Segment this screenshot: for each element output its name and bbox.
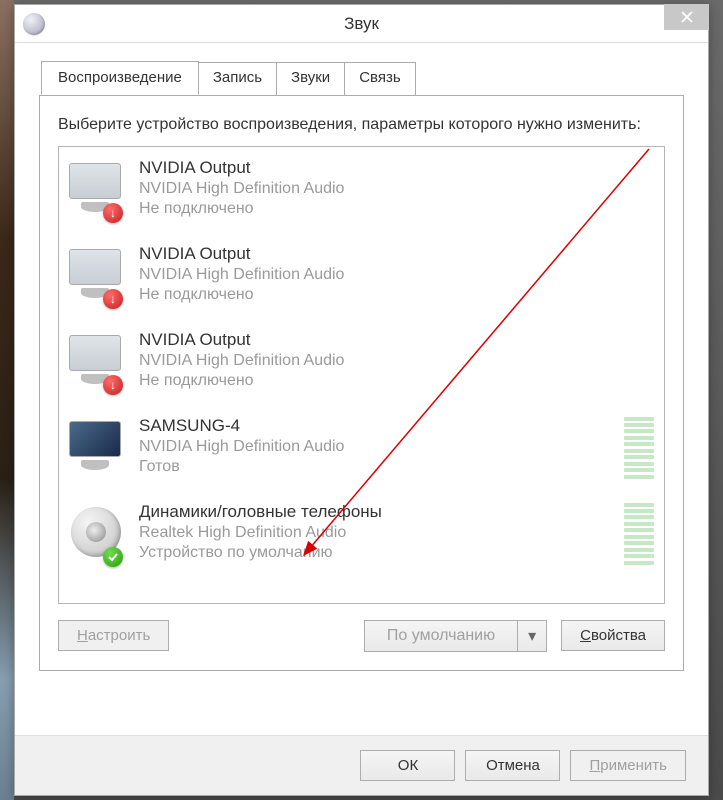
device-list[interactable]: ↓ NVIDIA Output NVIDIA High Definition A…	[58, 146, 665, 604]
device-desc: NVIDIA High Definition Audio	[139, 179, 654, 200]
close-icon	[681, 11, 693, 23]
device-desc: NVIDIA High Definition Audio	[139, 265, 654, 286]
sound-icon	[23, 13, 45, 35]
configure-button[interactable]: Настроить	[58, 620, 169, 651]
device-text: NVIDIA Output NVIDIA High Definition Aud…	[139, 325, 654, 399]
ok-button[interactable]: ОК	[360, 750, 455, 781]
apply-button[interactable]: Применить	[570, 750, 686, 781]
dialog-content: Воспроизведение Запись Звуки Связь Выбер…	[15, 43, 708, 681]
device-status: Устройство по умолчанию	[139, 543, 624, 564]
level-meter-icon	[624, 417, 654, 479]
sound-dialog: Звук Воспроизведение Запись Звуки Связь …	[14, 4, 709, 796]
status-default-icon	[103, 547, 123, 567]
cancel-button[interactable]: Отмена	[465, 750, 560, 781]
set-default-label: По умолчанию	[365, 621, 518, 651]
device-name: SAMSUNG-4	[139, 415, 624, 437]
level-meter-icon	[624, 503, 654, 565]
tab-communications[interactable]: Связь	[344, 62, 415, 96]
device-name: NVIDIA Output	[139, 243, 654, 265]
device-name: NVIDIA Output	[139, 329, 654, 351]
playback-panel: Выберите устройство воспроизведения, пар…	[39, 95, 684, 671]
device-status: Готов	[139, 457, 624, 478]
monitor-off-icon: ↓	[67, 153, 125, 227]
monitor-off-icon: ↓	[67, 325, 125, 399]
device-name: Динамики/головные телефоны	[139, 501, 624, 523]
device-desc: Realtek High Definition Audio	[139, 523, 624, 544]
instruction-text: Выберите устройство воспроизведения, пар…	[58, 114, 665, 136]
device-item[interactable]: ↓ NVIDIA Output NVIDIA High Definition A…	[59, 233, 664, 319]
speaker-icon	[67, 497, 125, 571]
panel-buttons: Настроить По умолчанию ▾ Свойства	[58, 620, 665, 652]
status-unplugged-icon: ↓	[103, 203, 123, 223]
device-name: NVIDIA Output	[139, 157, 654, 179]
properties-button[interactable]: Свойства	[561, 620, 665, 651]
chevron-down-icon[interactable]: ▾	[518, 621, 546, 651]
window-title: Звук	[53, 14, 700, 34]
monitor-on-icon	[67, 411, 125, 485]
background-strip	[0, 0, 14, 800]
device-desc: NVIDIA High Definition Audio	[139, 351, 654, 372]
tab-playback[interactable]: Воспроизведение	[41, 61, 199, 95]
device-item[interactable]: ↓ NVIDIA Output NVIDIA High Definition A…	[59, 147, 664, 233]
device-text: Динамики/головные телефоны Realtek High …	[139, 497, 624, 571]
device-text: SAMSUNG-4 NVIDIA High Definition Audio Г…	[139, 411, 624, 485]
tab-recording[interactable]: Запись	[198, 62, 277, 96]
device-text: NVIDIA Output NVIDIA High Definition Aud…	[139, 153, 654, 227]
dialog-buttons: ОК Отмена Применить	[15, 735, 708, 795]
monitor-off-icon: ↓	[67, 239, 125, 313]
set-default-button[interactable]: По умолчанию ▾	[364, 620, 547, 652]
device-status: Не подключено	[139, 371, 654, 392]
tabstrip: Воспроизведение Запись Звуки Связь	[41, 61, 684, 95]
device-desc: NVIDIA High Definition Audio	[139, 437, 624, 458]
device-status: Не подключено	[139, 199, 654, 220]
device-text: NVIDIA Output NVIDIA High Definition Aud…	[139, 239, 654, 313]
device-item[interactable]: ↓ NVIDIA Output NVIDIA High Definition A…	[59, 319, 664, 405]
tab-sounds[interactable]: Звуки	[276, 62, 345, 96]
device-status: Не подключено	[139, 285, 654, 306]
close-button[interactable]	[664, 4, 709, 30]
status-unplugged-icon: ↓	[103, 289, 123, 309]
titlebar[interactable]: Звук	[15, 5, 708, 43]
status-unplugged-icon: ↓	[103, 375, 123, 395]
device-item[interactable]: Динамики/головные телефоны Realtek High …	[59, 491, 664, 577]
device-item[interactable]: SAMSUNG-4 NVIDIA High Definition Audio Г…	[59, 405, 664, 491]
